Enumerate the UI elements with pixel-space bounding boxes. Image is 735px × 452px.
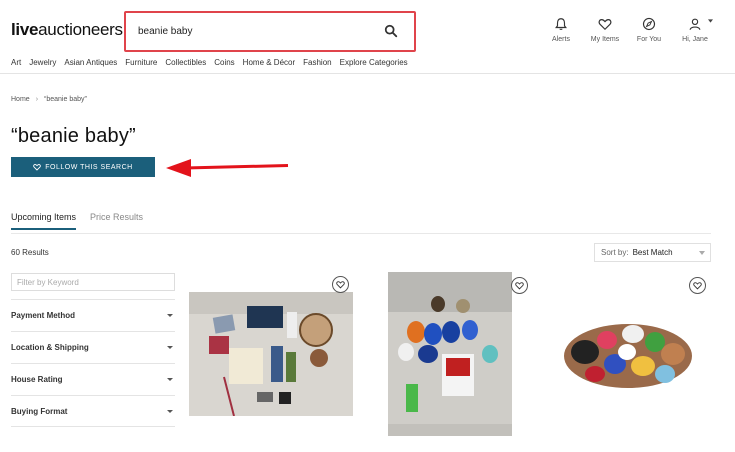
sort-chevron-down-icon <box>699 250 705 255</box>
search-icon[interactable] <box>384 24 398 38</box>
logo-light-text: auctioneers <box>38 20 123 39</box>
chevron-down-icon <box>167 378 173 381</box>
facet-label: Location & Shipping <box>11 343 89 352</box>
category-fashion[interactable]: Fashion <box>303 58 331 67</box>
results-tabs: Upcoming Items Price Results <box>11 212 143 230</box>
facet-payment-method[interactable]: Payment Method <box>11 299 175 331</box>
heart-icon <box>336 281 345 289</box>
bell-icon <box>555 18 567 30</box>
category-collectibles[interactable]: Collectibles <box>165 58 206 67</box>
lot-image[interactable] <box>388 272 512 436</box>
account-chevron-down-icon[interactable] <box>708 19 713 23</box>
breadcrumb-current: “beanie baby” <box>44 96 87 103</box>
nav-for-you-label: For You <box>636 36 662 43</box>
sort-value: Best Match <box>632 248 673 257</box>
filter-facets: Payment Method Location & Shipping House… <box>11 299 175 427</box>
facet-label: House Rating <box>11 375 63 384</box>
chevron-down-icon <box>167 346 173 349</box>
follow-search-button[interactable]: FOLLOW THIS SEARCH <box>11 157 155 177</box>
nav-my-items[interactable]: My Items <box>589 17 621 43</box>
breadcrumb: Home › “beanie baby” <box>11 96 87 103</box>
category-home-decor[interactable]: Home & Décor <box>243 58 295 67</box>
tab-price-results[interactable]: Price Results <box>90 212 143 230</box>
category-furniture[interactable]: Furniture <box>125 58 157 67</box>
site-logo[interactable]: liveauctioneers <box>11 20 123 40</box>
header-divider <box>0 73 735 74</box>
chevron-down-icon <box>167 314 173 317</box>
red-arrow-annotation <box>166 159 289 177</box>
results-count: 60 Results <box>11 248 49 257</box>
facet-buying-format[interactable]: Buying Format <box>11 395 175 427</box>
follow-search-label: FOLLOW THIS SEARCH <box>45 163 133 171</box>
filter-keyword-input[interactable] <box>11 273 175 291</box>
nav-for-you[interactable]: For You <box>635 17 663 43</box>
heart-icon <box>515 282 524 290</box>
category-nav: Art Jewelry Asian Antiques Furniture Col… <box>11 58 408 67</box>
nav-alerts[interactable]: Alerts <box>549 17 573 43</box>
sort-label: Sort by: <box>601 248 629 257</box>
nav-my-items-label: My Items <box>590 36 620 43</box>
lot-image[interactable] <box>555 312 701 394</box>
search-input[interactable] <box>130 19 410 43</box>
facet-location-shipping[interactable]: Location & Shipping <box>11 331 175 363</box>
watch-lot-button[interactable] <box>511 277 528 294</box>
lot-image[interactable] <box>189 292 353 416</box>
logo-bold-text: live <box>11 20 39 39</box>
nav-account[interactable]: Hi, Jane <box>680 17 710 43</box>
compass-icon <box>642 17 656 31</box>
heart-icon <box>598 19 612 31</box>
tab-upcoming-items[interactable]: Upcoming Items <box>11 212 77 230</box>
category-jewelry[interactable]: Jewelry <box>29 58 56 67</box>
watch-lot-button[interactable] <box>332 276 349 293</box>
facet-house-rating[interactable]: House Rating <box>11 363 175 395</box>
nav-account-label: Hi, Jane <box>682 36 708 43</box>
heart-icon <box>693 282 702 290</box>
sort-dropdown[interactable]: Sort by: Best Match <box>594 243 711 262</box>
breadcrumb-separator: › <box>35 96 39 103</box>
category-art[interactable]: Art <box>11 58 21 67</box>
category-asian-antiques[interactable]: Asian Antiques <box>64 58 117 67</box>
tabs-divider <box>11 233 711 234</box>
page-title: “beanie baby” <box>11 125 136 147</box>
category-coins[interactable]: Coins <box>214 58 234 67</box>
category-explore[interactable]: Explore Categories <box>340 58 408 67</box>
user-icon <box>689 18 701 30</box>
nav-alerts-label: Alerts <box>552 36 570 43</box>
heart-outline-icon <box>33 164 42 171</box>
watch-lot-button[interactable] <box>689 277 706 294</box>
facet-label: Payment Method <box>11 311 76 320</box>
breadcrumb-home[interactable]: Home <box>11 96 30 103</box>
facet-label: Buying Format <box>11 406 68 416</box>
chevron-down-icon <box>167 409 173 413</box>
